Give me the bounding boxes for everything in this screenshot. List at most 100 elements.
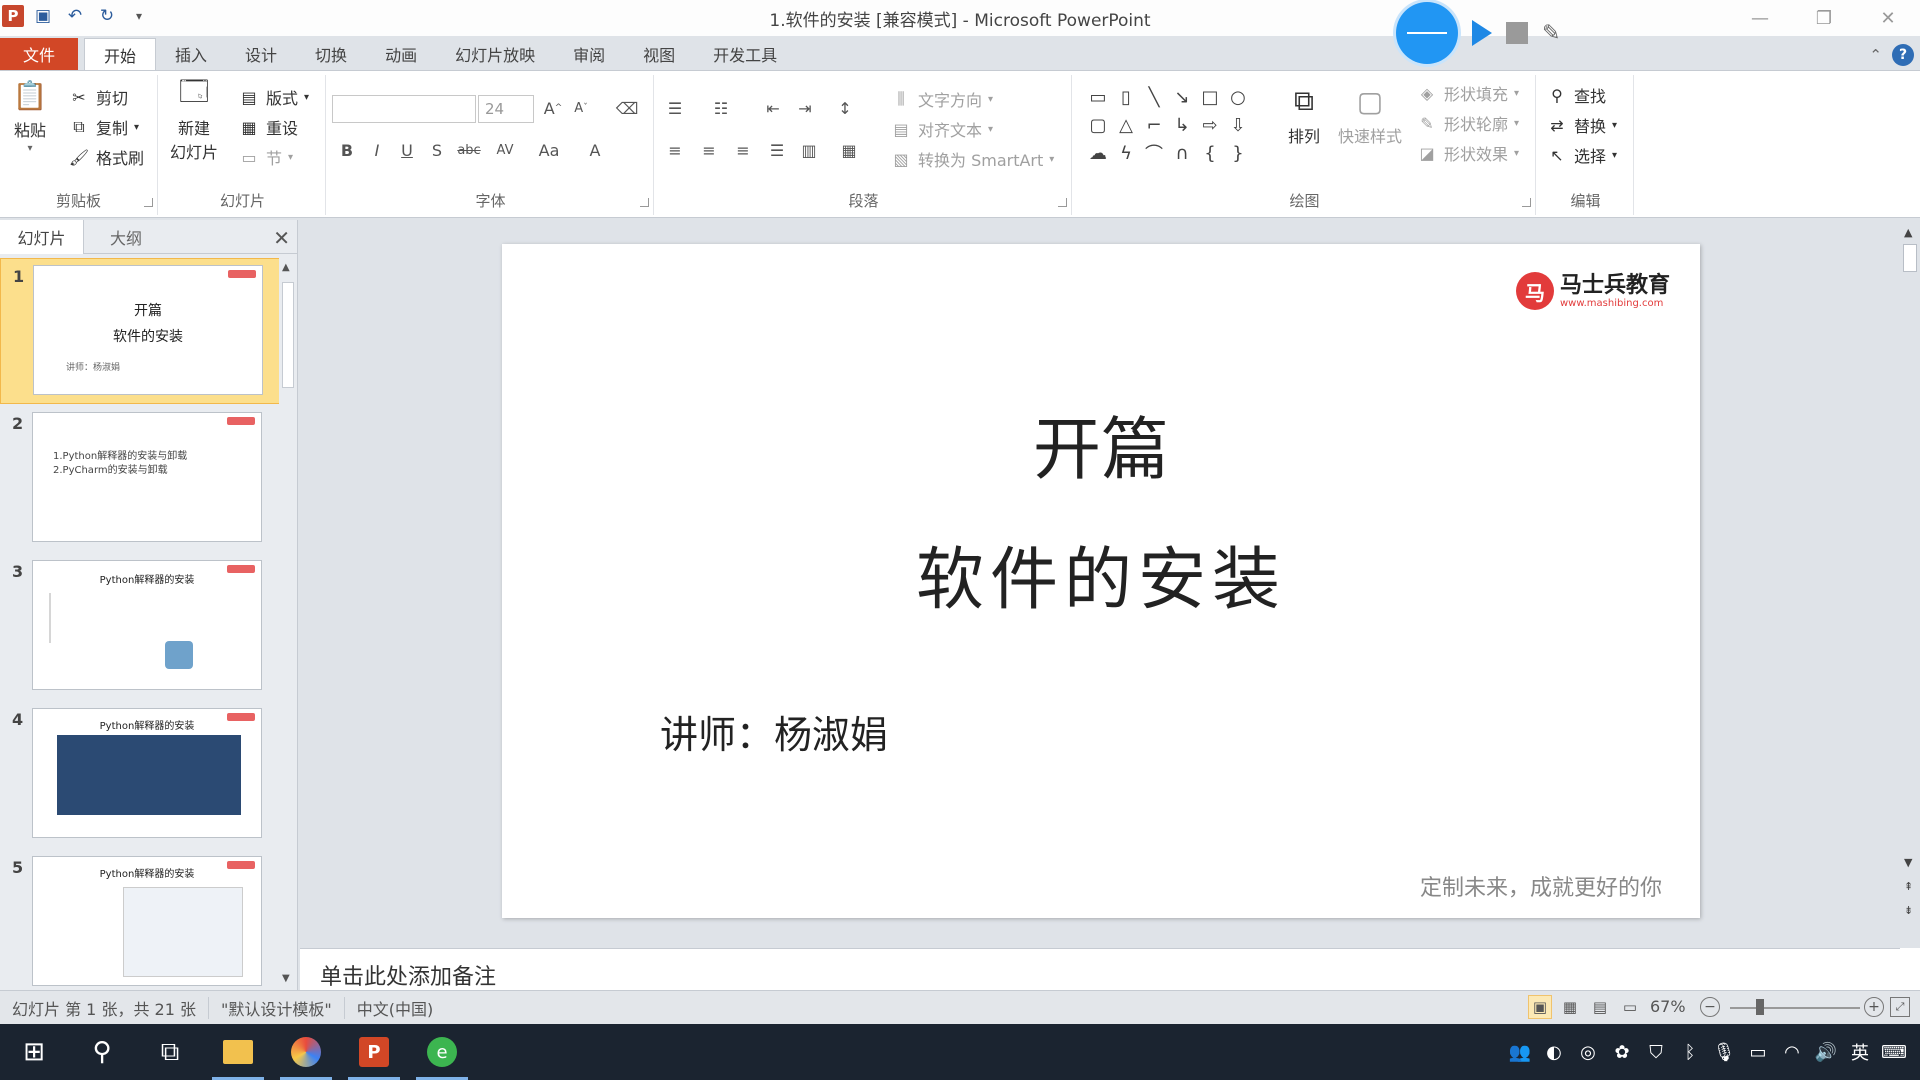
previous-slide-icon[interactable]: ⇞	[1904, 880, 1913, 893]
zoom-in-icon[interactable]: +	[1864, 997, 1884, 1017]
tray-flower-icon[interactable]: ✿	[1610, 1042, 1634, 1063]
line-spacing-icon[interactable]: ↕	[832, 95, 858, 121]
tab-developer[interactable]: 开发工具	[694, 38, 796, 70]
pane-tab-outline[interactable]: 大纲	[84, 220, 168, 254]
file-explorer-icon[interactable]	[204, 1024, 272, 1080]
search-icon[interactable]: ⚲	[68, 1024, 136, 1080]
new-slide-button[interactable]: 🗔 新建 幻灯片	[170, 75, 218, 163]
arc-shape-icon[interactable]: ⌒	[1140, 139, 1168, 167]
zoom-slider-thumb[interactable]	[1756, 999, 1764, 1015]
font-name-combo[interactable]	[332, 95, 476, 123]
tab-animations[interactable]: 动画	[366, 38, 436, 70]
triangle-shape-icon[interactable]: △	[1112, 111, 1140, 139]
thumbnail[interactable]: 1.Python解释器的安装与卸载 2.PyCharm的安装与卸载	[32, 412, 262, 542]
pane-tab-slides[interactable]: 幻灯片	[0, 220, 84, 254]
format-painter-button[interactable]: 🖌 格式刷	[68, 145, 144, 169]
thumbnail-scrollbar[interactable]: ▲ ▼	[279, 258, 297, 988]
slide-author[interactable]: 讲师：杨淑娟	[660, 704, 888, 759]
thumbnail-row[interactable]: 5 Python解释器的安装	[0, 850, 280, 996]
thumbnail-row[interactable]: 1 开篇 软件的安装 讲师：杨淑娟	[0, 258, 280, 404]
notes-input[interactable]: 单击此处添加备注	[300, 948, 1900, 990]
left-brace-shape-icon[interactable]: {	[1196, 139, 1224, 167]
thumbnail-row[interactable]: 2 1.Python解释器的安装与卸载 2.PyCharm的安装与卸载	[0, 406, 280, 552]
zoom-out-icon[interactable]: −	[1700, 997, 1720, 1017]
thumbnail[interactable]: Python解释器的安装	[32, 708, 262, 838]
arrange-button[interactable]: ⧉ 排列	[1284, 81, 1324, 147]
grow-font-icon[interactable]: A ^	[540, 95, 566, 121]
scroll-thumb[interactable]	[282, 282, 294, 388]
tab-design[interactable]: 设计	[226, 38, 296, 70]
lightning-shape-icon[interactable]: ϟ	[1112, 139, 1140, 167]
keyboard-icon[interactable]: ⌨	[1881, 1042, 1907, 1063]
paragraph-launcher-icon[interactable]	[1058, 198, 1067, 207]
slide-sorter-icon[interactable]: ▦	[1558, 995, 1582, 1019]
clear-format-icon[interactable]: ⌫	[614, 95, 640, 121]
next-slide-icon[interactable]: ⇟	[1904, 904, 1913, 917]
reading-view-icon[interactable]: ▤	[1588, 995, 1612, 1019]
curve-shape-icon[interactable]: ∩	[1168, 139, 1196, 167]
tab-review[interactable]: 审阅	[554, 38, 624, 70]
user-icon[interactable]: 👥	[1508, 1042, 1532, 1063]
tab-file[interactable]: 文件	[0, 38, 78, 70]
shield-icon[interactable]: ⛉	[1644, 1042, 1668, 1063]
reset-button[interactable]: ▦ 重设	[238, 115, 298, 139]
freeform-shape-icon[interactable]: ☁	[1084, 139, 1112, 167]
align-center-icon[interactable]: ≡	[696, 137, 722, 163]
powerpoint-taskbar-icon[interactable]: P	[340, 1024, 408, 1080]
replace-button[interactable]: ⇄ 替换 ▾	[1546, 113, 1617, 137]
notes-scrollbar[interactable]	[1900, 948, 1920, 990]
oval-shape-icon[interactable]: ○	[1224, 83, 1252, 111]
start-button[interactable]: ⊞	[0, 1024, 68, 1080]
tray-app-icon[interactable]: ◐	[1542, 1042, 1566, 1063]
arrow-line-shape-icon[interactable]: ↘	[1168, 83, 1196, 111]
align-text-button[interactable]: ▤ 对齐文本 ▾	[890, 117, 993, 141]
drawing-launcher-icon[interactable]	[1522, 198, 1531, 207]
rectangle-shape-icon[interactable]: □	[1196, 83, 1224, 111]
tab-view[interactable]: 视图	[624, 38, 694, 70]
font-launcher-icon[interactable]	[640, 198, 649, 207]
strikethrough-icon[interactable]: abc	[456, 137, 482, 163]
editor-scrollbar[interactable]: ▲ ▼ ⇞ ⇟	[1900, 220, 1920, 948]
distribute-icon[interactable]: ▥	[796, 137, 822, 163]
elbow-connector-icon[interactable]: ⌐	[1140, 111, 1168, 139]
tab-insert[interactable]: 插入	[156, 38, 226, 70]
char-spacing-icon[interactable]: AV	[492, 137, 518, 163]
help-icon[interactable]: ?	[1892, 44, 1914, 66]
input-language[interactable]: 英	[1848, 1039, 1872, 1065]
thumbnail[interactable]: Python解释器的安装	[32, 560, 262, 690]
cut-button[interactable]: ✂ 剪切	[68, 85, 128, 109]
fit-to-window-icon[interactable]: ⤢	[1890, 997, 1910, 1017]
language-indicator[interactable]: 中文(中国)	[345, 997, 446, 1019]
zoom-level[interactable]: 67%	[1650, 997, 1686, 1016]
current-slide[interactable]: 马 马士兵教育 www.mashibing.com 开篇 软件的安装 讲师：杨淑…	[502, 244, 1700, 918]
decrease-indent-icon[interactable]: ⇤	[760, 95, 786, 121]
quick-styles-button[interactable]: ▢ 快速样式	[1338, 81, 1402, 147]
battery-icon[interactable]: ▭	[1746, 1042, 1770, 1063]
vertical-textbox-shape-icon[interactable]: ▯	[1112, 83, 1140, 111]
close-button[interactable]: ✕	[1856, 0, 1920, 36]
align-left-icon[interactable]: ≡	[662, 137, 688, 163]
restore-button[interactable]: ❐	[1792, 0, 1856, 36]
theme-name[interactable]: "默认设计模板"	[209, 996, 345, 1019]
thumbnail-row[interactable]: 4 Python解释器的安装	[0, 702, 280, 848]
close-icon[interactable]: ✕	[273, 226, 290, 250]
bullets-icon[interactable]: ☰	[662, 95, 688, 121]
increase-indent-icon[interactable]: ⇥	[792, 95, 818, 121]
change-case-icon[interactable]: Aa	[536, 137, 562, 163]
convert-smartart-button[interactable]: ▧ 转换为 SmartArt ▾	[890, 147, 1054, 171]
wifi-icon[interactable]: ◠	[1780, 1042, 1804, 1063]
section-button[interactable]: ▭ 节 ▾	[238, 145, 293, 169]
tab-transitions[interactable]: 切换	[296, 38, 366, 70]
normal-view-icon[interactable]: ▣	[1528, 995, 1552, 1019]
tray-green-icon[interactable]: ◎	[1576, 1042, 1600, 1063]
shape-fill-button[interactable]: ◈ 形状填充 ▾	[1416, 81, 1519, 105]
microphone-icon[interactable]: 🎙	[1712, 1042, 1736, 1063]
shrink-font-icon[interactable]: Aˇ	[568, 95, 594, 121]
slide-subtitle[interactable]: 软件的安装	[502, 524, 1700, 623]
scroll-up-icon[interactable]: ▲	[282, 262, 290, 273]
tab-slideshow[interactable]: 幻灯片放映	[436, 38, 554, 70]
justify-icon[interactable]: ☰	[764, 137, 790, 163]
scroll-down-icon[interactable]: ▼	[1904, 856, 1912, 869]
select-button[interactable]: ↖ 选择 ▾	[1546, 143, 1617, 167]
paste-button[interactable]: 📋 粘贴 ▾	[10, 75, 50, 155]
